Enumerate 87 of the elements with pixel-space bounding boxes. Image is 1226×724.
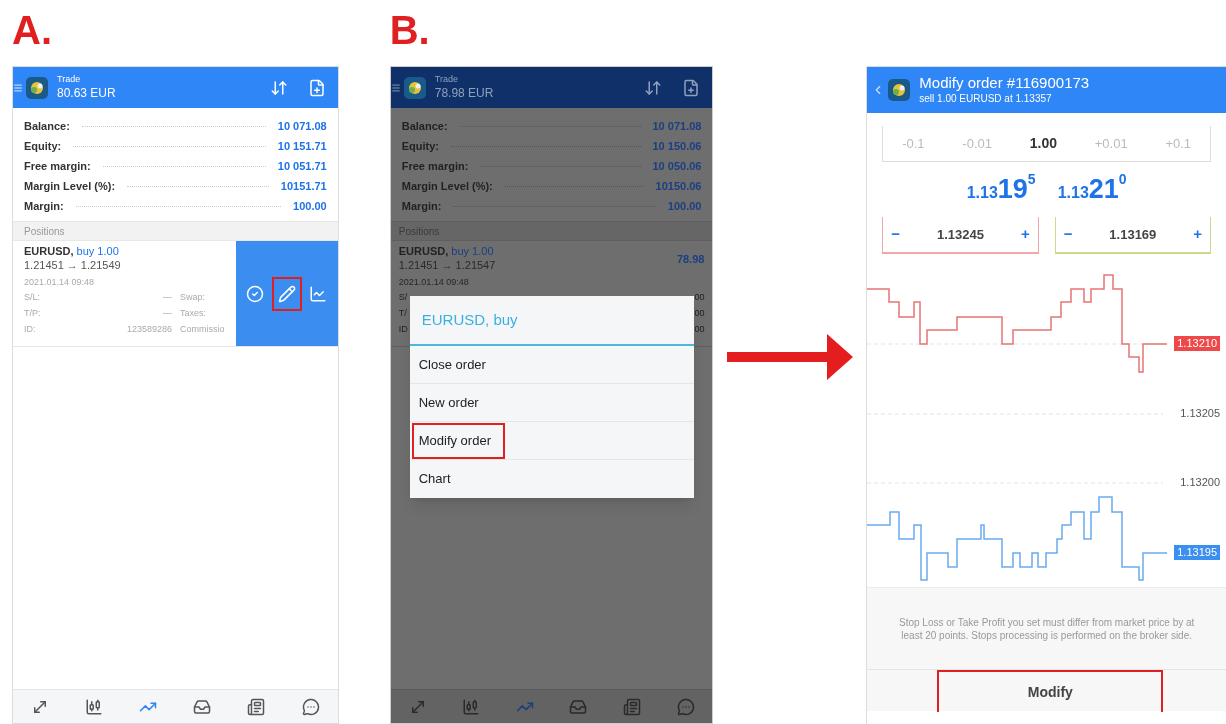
app-logo-icon <box>402 75 427 100</box>
account-value: 100.00 <box>293 198 327 214</box>
price-axis-label: 1.13200 <box>1180 477 1220 488</box>
position-profit: 78.98 <box>676 252 705 267</box>
increase-button[interactable]: + <box>1193 223 1202 246</box>
detail-label: Commissio <box>180 323 225 337</box>
account-value: 10 150.06 <box>652 138 702 154</box>
price-axis-label: 1.13205 <box>1180 408 1220 419</box>
account-value: 10 071.08 <box>277 118 327 134</box>
newspaper-icon[interactable] <box>247 697 266 716</box>
account-label: Margin: <box>24 198 64 214</box>
account-label: Margin Level (%): <box>401 178 493 194</box>
detail-value: — <box>163 307 172 321</box>
position-symbol: EURUSD, <box>24 245 74 257</box>
menu-item[interactable]: Close order <box>411 346 493 383</box>
account-value: 10150.06 <box>655 178 702 194</box>
header-title: Trade <box>434 74 459 86</box>
sort-icon[interactable] <box>644 78 663 97</box>
menu-icon[interactable] <box>390 82 401 93</box>
account-value: 100.00 <box>667 198 702 214</box>
decrease-button[interactable]: − <box>1063 223 1073 246</box>
candlestick-icon[interactable] <box>85 697 104 716</box>
new-document-icon[interactable] <box>682 78 701 97</box>
detail-value: 00 <box>694 323 705 337</box>
stepper-value: 1.13245 <box>937 225 984 244</box>
account-label: Balance: <box>401 118 448 134</box>
increase-button[interactable]: + <box>1020 223 1030 246</box>
account-label: Equity: <box>24 138 62 154</box>
header-title: Modify order #116900173 <box>919 74 1090 94</box>
menu-item[interactable]: Chart <box>411 461 458 497</box>
account-label: Free margin: <box>401 158 469 174</box>
sort-icon[interactable] <box>269 78 288 97</box>
position-prices: 1.21451 → 1.21549 <box>24 258 122 272</box>
detail-label: T/P: <box>24 307 41 321</box>
detail-label: Taxes: <box>180 307 206 321</box>
line-chart-icon <box>309 284 328 303</box>
account-value: 10 151.71 <box>277 138 327 154</box>
app-logo-icon <box>887 78 912 102</box>
inbox-icon[interactable] <box>193 697 212 716</box>
position-symbol: EURUSD, <box>398 245 449 257</box>
detail-label: ID <box>398 323 408 337</box>
stepper-value: 1.13169 <box>1109 225 1157 244</box>
decrease-button[interactable]: − <box>891 223 901 246</box>
account-value: 10 051.71 <box>277 158 327 174</box>
detail-label: S/ <box>398 291 408 305</box>
position-side: buy 1.00 <box>451 245 494 257</box>
chat-icon[interactable] <box>301 697 320 716</box>
edit-button[interactable] <box>271 276 302 311</box>
account-value: 10 050.06 <box>652 158 702 174</box>
account-label: Balance: <box>24 118 70 134</box>
detail-label: Swap: <box>180 291 205 305</box>
check-circle-icon <box>246 284 265 303</box>
detail-label: T/ <box>398 307 407 321</box>
dialog-title: EURUSD, buy <box>409 296 694 346</box>
header-subtitle: sell 1.00 EURUSD at 1.13357 <box>919 93 1053 106</box>
section-header: Positions <box>13 221 338 241</box>
account-value: 10 071.08 <box>652 118 702 134</box>
step-label: A. <box>12 7 52 54</box>
account-label: Margin: <box>401 198 442 214</box>
header-title: Trade <box>57 74 82 86</box>
modify-button[interactable]: Modify <box>937 670 1164 712</box>
detail-label: ID: <box>24 323 36 337</box>
menu-item[interactable]: New order <box>411 384 486 421</box>
account-value: 10151.71 <box>280 178 327 194</box>
detail-value: 00 <box>694 307 705 321</box>
menu-item[interactable]: Modify order <box>411 422 505 459</box>
position-prices: 1.21451 → 1.21547 <box>398 258 496 272</box>
detail-value: — <box>163 291 172 305</box>
account-profit: 80.63 EUR <box>57 85 116 101</box>
detail-value: 123589286 <box>126 323 172 337</box>
price-tag: 1.13210 <box>1174 336 1220 351</box>
account-label: Margin Level (%): <box>24 178 116 194</box>
pencil-icon <box>277 284 296 303</box>
account-label: Free margin: <box>24 158 91 174</box>
account-profit: 78.98 EUR <box>434 85 494 101</box>
volume-value[interactable]: 1.00 <box>1029 133 1057 154</box>
price-tag: 1.13195 <box>1174 545 1220 560</box>
step-label: B. <box>389 7 430 54</box>
detail-value: 00 <box>694 291 705 305</box>
account-label: Equity: <box>401 138 439 154</box>
app-logo-icon <box>25 75 49 100</box>
new-document-icon[interactable] <box>307 78 326 97</box>
position-side: buy 1.00 <box>76 245 119 257</box>
position-time: 2021.01.14 09:48 <box>398 276 470 289</box>
detail-label: S/L: <box>24 291 40 305</box>
position-time: 2021.01.14 09:48 <box>24 276 96 289</box>
stop-level-note: Stop Loss or Take Profit you set must differ from market price by at least 20 points. Stops processing is performed on the broker side. <box>898 615 1196 642</box>
